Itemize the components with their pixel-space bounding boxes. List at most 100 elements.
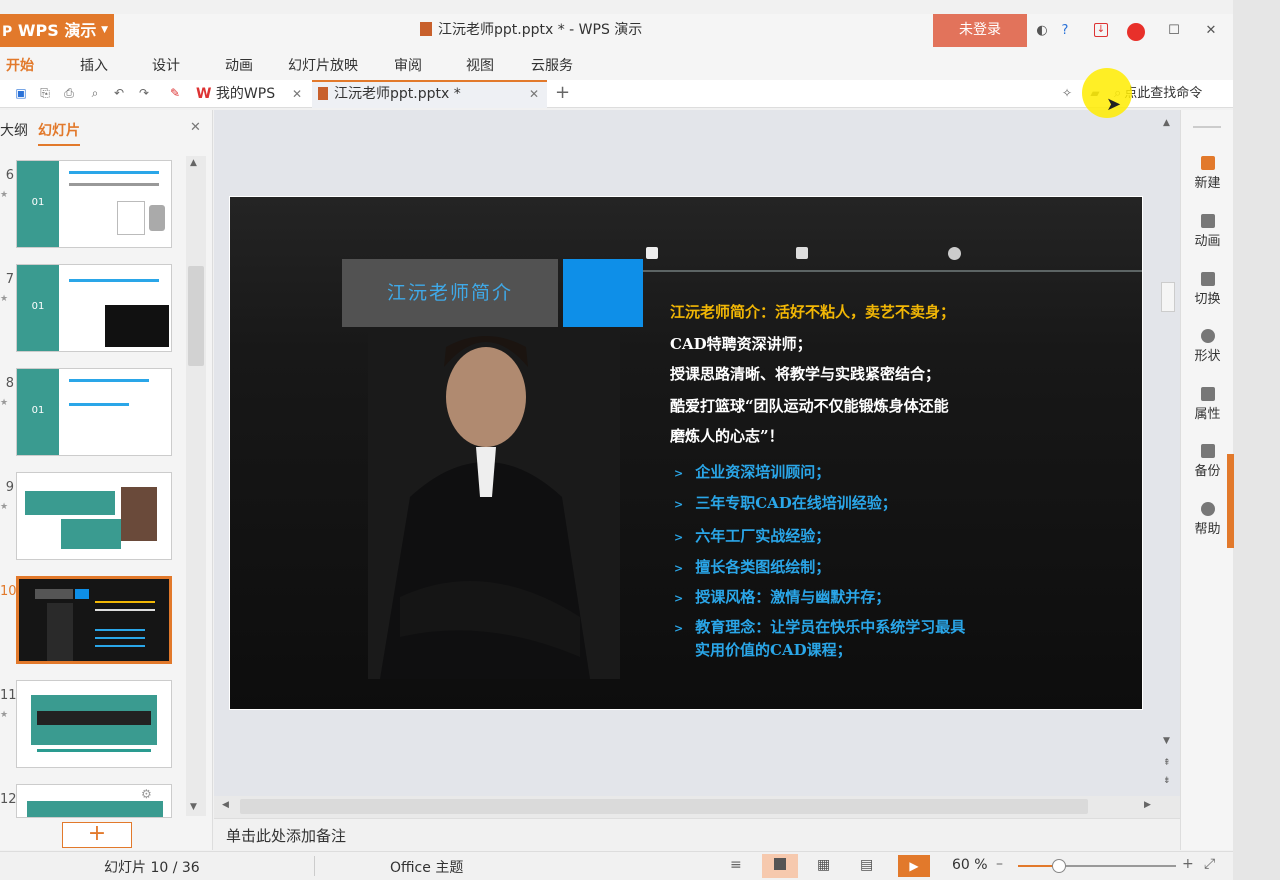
- scroll-thumb[interactable]: [1161, 282, 1175, 312]
- help-circle-icon: [1200, 502, 1215, 516]
- tool-shape[interactable]: 形状: [1181, 329, 1234, 364]
- menu-animation[interactable]: 动画: [225, 47, 253, 80]
- theme-name: Office 主题: [390, 860, 464, 876]
- bullet-text: 六年工厂实战经验；: [695, 527, 831, 545]
- save-icon[interactable]: ▣: [14, 86, 28, 100]
- slide-thumbnail-11[interactable]: [16, 680, 172, 768]
- star-icon: ★: [0, 398, 9, 408]
- normal-view-button[interactable]: [762, 854, 798, 878]
- fit-window-icon[interactable]: ⤢: [1204, 856, 1215, 872]
- tool-transition[interactable]: 切换: [1181, 272, 1234, 307]
- slide-thumbnail-9[interactable]: [16, 472, 172, 560]
- menu-cloud[interactable]: 云服务: [531, 47, 573, 80]
- pin-icon[interactable]: ✧: [1060, 86, 1074, 100]
- slide-thumbnail-12[interactable]: ⚙: [16, 784, 172, 818]
- slide-number: 7: [5, 272, 14, 287]
- scroll-down-icon[interactable]: ▼: [1163, 736, 1170, 746]
- add-slide-button[interactable]: +: [62, 822, 132, 848]
- play-slideshow-button[interactable]: ▶: [898, 855, 930, 877]
- intro-line: 磨炼人的心志”！: [670, 427, 784, 445]
- tool-new[interactable]: 新建: [1181, 156, 1234, 191]
- skin-icon[interactable]: ◐: [1034, 23, 1050, 39]
- notes-area[interactable]: 单击此处添加备注: [214, 818, 1180, 852]
- print-preview-icon[interactable]: ⌕: [88, 86, 102, 100]
- help-icon[interactable]: ?: [1057, 23, 1073, 39]
- scroll-up-icon[interactable]: ▲: [1163, 118, 1170, 128]
- tool-properties[interactable]: 属性: [1181, 387, 1234, 422]
- wps-logo-icon: W: [196, 86, 212, 102]
- close-pane-icon[interactable]: ✕: [190, 120, 201, 135]
- bullet-text: 教育理念：让学员在快乐中系统学习最具: [695, 618, 966, 636]
- zoom-slider-thumb[interactable]: [1052, 859, 1066, 873]
- format-painter-icon[interactable]: ✎: [168, 86, 182, 100]
- tab-outline[interactable]: 大纲: [0, 120, 28, 140]
- export-pdf-icon[interactable]: ⎘: [38, 86, 52, 100]
- star-icon: ★: [0, 294, 9, 304]
- menu-review[interactable]: 审阅: [394, 47, 422, 80]
- sorter-view-icon[interactable]: ▦: [817, 857, 830, 873]
- tool-animation[interactable]: 动画: [1181, 214, 1234, 249]
- undo-icon[interactable]: ↶: [112, 86, 126, 100]
- bullet-item: > 企业资深培训顾问；: [674, 461, 830, 482]
- background-right-app: [1233, 0, 1280, 880]
- scroll-thumb[interactable]: [240, 799, 1088, 814]
- tool-label: 新建: [1194, 176, 1221, 191]
- notes-toggle-icon[interactable]: ≡: [730, 857, 742, 873]
- scroll-left-icon[interactable]: ◀: [222, 800, 229, 810]
- facebook-icon: [796, 247, 808, 259]
- scroll-down-icon[interactable]: ▼: [190, 802, 197, 812]
- slide-thumbnail-8[interactable]: 01: [16, 368, 172, 456]
- tab-close-icon[interactable]: ✕: [529, 82, 539, 106]
- zoom-slider[interactable]: [1018, 859, 1176, 873]
- maximize-icon[interactable]: ☐: [1166, 23, 1182, 39]
- thumb-section-number: 01: [17, 369, 59, 455]
- menu-view[interactable]: 视图: [466, 47, 494, 80]
- print-icon[interactable]: ⎙: [62, 86, 76, 100]
- canvas-vertical-scrollbar[interactable]: ▲ ▼ ⇞ ⇟: [1160, 118, 1176, 788]
- pptx-file-icon: [318, 87, 328, 100]
- pane-collapse-handle[interactable]: [1227, 454, 1234, 548]
- status-bar: 幻灯片 10 / 36 Office 主题 ≡ ▦ ▤ ▶ 60 % – + ⤢: [0, 851, 1233, 880]
- chevron-right-icon: >: [674, 592, 684, 605]
- transition-icon: [1200, 272, 1215, 286]
- menu-bar: 开始 插入 设计 动画 幻灯片放映 审阅 视图 云服务: [0, 47, 1233, 80]
- tab-document[interactable]: 江沅老师ppt.pptx * ✕: [312, 80, 547, 108]
- tool-label: 切换: [1194, 292, 1221, 307]
- chevron-down-icon: ▼: [101, 25, 108, 35]
- globe-icon: [948, 247, 961, 260]
- menu-insert[interactable]: 插入: [80, 47, 108, 80]
- bullet-item: > 教育理念：让学员在快乐中系统学习最具: [674, 616, 965, 637]
- app-menu-button[interactable]: P WPS 演示 ▼: [0, 14, 114, 47]
- bullet-item: > 授课风格：激情与幽默并存；: [674, 586, 890, 607]
- tab-close-icon[interactable]: ✕: [292, 80, 302, 108]
- zoom-in-icon[interactable]: +: [1182, 856, 1194, 872]
- scroll-up-icon[interactable]: ▲: [190, 158, 197, 168]
- next-slide-icon[interactable]: ⇟: [1163, 776, 1171, 786]
- close-icon[interactable]: ✕: [1203, 23, 1219, 39]
- document-title-text: 江沅老师ppt.pptx * - WPS 演示: [438, 22, 643, 38]
- menu-home[interactable]: 开始: [6, 47, 34, 80]
- slide-counter: 幻灯片 10 / 36: [104, 860, 200, 876]
- redo-icon[interactable]: ↷: [137, 86, 151, 100]
- bullet-text: 授课风格：激情与幽默并存；: [695, 588, 891, 606]
- thumbnail-scrollbar[interactable]: ▲ ▼: [186, 156, 206, 816]
- menu-slideshow[interactable]: 幻灯片放映: [288, 47, 358, 80]
- login-button[interactable]: 未登录: [933, 14, 1027, 47]
- scroll-right-icon[interactable]: ▶: [1144, 800, 1151, 810]
- tab-slides[interactable]: 幻灯片: [38, 120, 80, 146]
- canvas-horizontal-scrollbar[interactable]: ◀ ▶: [214, 796, 1180, 818]
- new-tab-icon[interactable]: +: [555, 84, 570, 102]
- reading-view-icon[interactable]: ▤: [860, 857, 873, 873]
- current-slide[interactable]: 江沅老师简介 江沅老师简介：活好不粘人，卖艺不卖身； CAD特聘资深讲师； 授课…: [229, 196, 1143, 710]
- menu-design[interactable]: 设计: [152, 47, 180, 80]
- scroll-thumb[interactable]: [188, 266, 204, 366]
- document-title: 江沅老师ppt.pptx * - WPS 演示: [420, 14, 642, 47]
- zoom-out-icon[interactable]: –: [996, 856, 1003, 872]
- download-icon[interactable]: ↓: [1094, 23, 1108, 37]
- tab-my-wps[interactable]: W 我的WPS ✕: [190, 80, 310, 108]
- slide-thumbnail-10[interactable]: [16, 576, 172, 664]
- slide-thumbnail-6[interactable]: 01: [16, 160, 172, 248]
- slide-thumbnail-7[interactable]: 01: [16, 264, 172, 352]
- wps-window: P WPS 演示 ▼ 江沅老师ppt.pptx * - WPS 演示 未登录 ◐…: [0, 0, 1234, 880]
- previous-slide-icon[interactable]: ⇞: [1163, 758, 1171, 768]
